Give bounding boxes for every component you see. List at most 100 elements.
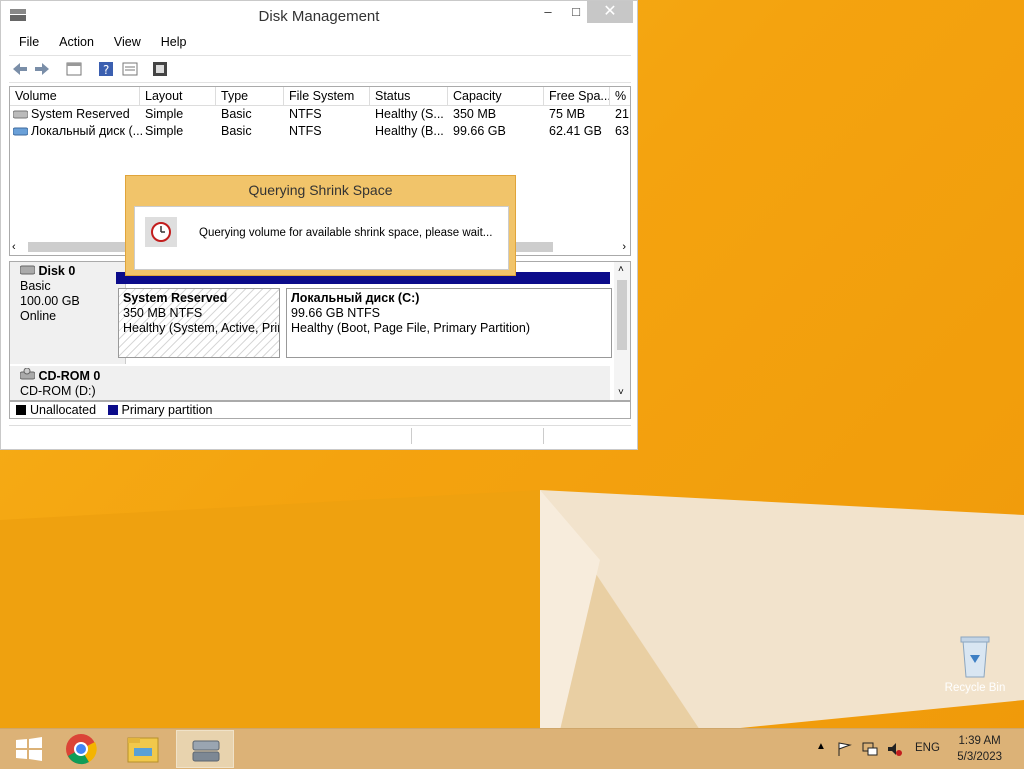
clock-time: 1:39 AM	[958, 735, 1001, 747]
clock-icon	[145, 217, 177, 247]
partition-status: Healthy (Boot, Page File, Primary Partit…	[291, 321, 530, 335]
cell-percent-free: 21	[615, 107, 629, 121]
cell-free-space: 62.41 GB	[549, 124, 602, 138]
cell-capacity: 99.66 GB	[453, 124, 506, 138]
menu-file[interactable]: File	[9, 32, 49, 54]
cell-file-system: NTFS	[289, 107, 322, 121]
menu-bar: File Action View Help	[9, 32, 197, 54]
column-capacity[interactable]: Capacity	[448, 87, 544, 105]
forward-arrow-icon[interactable]	[33, 60, 51, 78]
cell-status: Healthy (B...	[375, 124, 444, 138]
dialog-title: Querying Shrink Space	[248, 182, 393, 198]
cell-type: Basic	[221, 107, 252, 121]
scroll-down-icon[interactable]: ˅	[618, 387, 624, 398]
taskbar: ▲ ENG 1:39 AM 5/3/2023	[0, 728, 1024, 769]
disk-0-size: 100.00 GB	[20, 294, 80, 308]
cd-drive-icon	[19, 367, 36, 380]
action-center-flag-icon[interactable]	[836, 741, 852, 757]
status-bar	[9, 425, 631, 446]
scroll-up-icon[interactable]: ˄	[618, 264, 624, 275]
volume-row[interactable]: Локальный диск (... Simple Basic NTFS He…	[10, 123, 630, 140]
legend-primary-label: Primary partition	[121, 403, 213, 417]
title-bar[interactable]: Disk Management – □ ✕	[1, 1, 637, 31]
dialog-body: Querying volume for available shrink spa…	[134, 206, 509, 270]
network-icon[interactable]	[862, 741, 878, 757]
cell-type: Basic	[221, 124, 252, 138]
column-percent-free[interactable]: % F	[610, 87, 630, 105]
start-icon[interactable]	[0, 730, 58, 768]
column-free-space[interactable]: Free Spa...	[544, 87, 610, 105]
recycle-bin-label: Recycle Bin	[944, 682, 1006, 694]
cell-capacity: 350 MB	[453, 107, 497, 121]
cd-rom-0-name: CD-ROM 0	[19, 367, 125, 384]
partition-system-reserved[interactable]: System Reserved 350 MB NTFS Healthy (Sys…	[118, 288, 280, 358]
clock[interactable]: 1:39 AM 5/3/2023	[957, 733, 1002, 765]
clock-date: 5/3/2023	[957, 751, 1002, 763]
legend-unallocated-swatch	[16, 405, 26, 415]
help-icon[interactable]: ?	[97, 60, 115, 78]
volume-muted-icon[interactable]	[886, 741, 902, 757]
language-indicator[interactable]: ENG	[915, 742, 940, 754]
cell-layout: Simple	[145, 107, 184, 121]
disk-0-name: Disk 0	[19, 264, 125, 279]
disk-0-type: Basic	[20, 279, 51, 293]
settings-icon[interactable]	[151, 60, 169, 78]
toolbar: ?	[9, 55, 631, 83]
properties-icon[interactable]	[121, 60, 139, 78]
cd-rom-0-type: CD-ROM (D:)	[20, 384, 96, 398]
partition-name: System Reserved	[123, 291, 228, 305]
disk-0-state: Online	[20, 309, 57, 323]
disk-0-title: Disk 0	[38, 264, 76, 278]
status-divider	[543, 428, 544, 444]
column-status[interactable]: Status	[370, 87, 448, 105]
disk-graphical-view: Disk 0 Basic 100.00 GB Online System Res…	[9, 261, 631, 401]
column-type[interactable]: Type	[216, 87, 284, 105]
scroll-right-icon[interactable]: ›	[622, 241, 626, 253]
cell-status: Healthy (S...	[375, 107, 444, 121]
scroll-thumb[interactable]	[617, 280, 627, 350]
cell-percent-free: 63	[615, 124, 629, 138]
status-divider	[411, 428, 412, 444]
back-arrow-icon[interactable]	[11, 60, 29, 78]
cell-file-system: NTFS	[289, 124, 322, 138]
partition-local-disk-c[interactable]: Локальный диск (C:) 99.66 GB NTFS Health…	[286, 288, 612, 358]
show-hide-console-icon[interactable]	[65, 60, 83, 78]
chrome-icon[interactable]	[52, 730, 110, 768]
cd-rom-0-label[interactable]: CD-ROM 0 CD-ROM (D:)	[10, 366, 126, 400]
show-hidden-icons-icon[interactable]: ▲	[816, 741, 826, 752]
vertical-scrollbar[interactable]: ˄ ˅	[614, 262, 630, 400]
dialog-message: Querying volume for available shrink spa…	[199, 227, 493, 239]
disk-icon	[19, 265, 36, 275]
column-file-system[interactable]: File System	[284, 87, 370, 105]
menu-help[interactable]: Help	[151, 32, 197, 54]
cd-rom-area	[116, 366, 610, 400]
recycle-bin-icon	[960, 636, 990, 678]
cell-volume: System Reserved	[31, 107, 130, 121]
legend-unallocated-label: Unallocated	[30, 403, 97, 417]
legend-primary-swatch	[107, 405, 118, 415]
column-volume[interactable]: Volume	[10, 87, 140, 105]
disk-management-taskbar-button[interactable]	[176, 730, 234, 768]
scroll-left-icon[interactable]: ‹	[12, 241, 16, 253]
legend: Unallocated Primary partition	[9, 401, 631, 419]
recycle-bin[interactable]: Recycle Bin	[942, 633, 1008, 694]
partition-name: Локальный диск (C:)	[291, 291, 420, 305]
cd-rom-0-title: CD-ROM 0	[38, 369, 101, 383]
cell-volume: Локальный диск (...	[31, 124, 144, 138]
menu-action[interactable]: Action	[49, 32, 104, 54]
close-button[interactable]: ✕	[587, 1, 633, 23]
cell-layout: Simple	[145, 124, 184, 138]
disk-0-label[interactable]: Disk 0 Basic 100.00 GB Online	[10, 262, 126, 364]
volume-row[interactable]: System Reserved Simple Basic NTFS Health…	[10, 106, 630, 123]
partition-size: 99.66 GB NTFS	[291, 306, 380, 320]
file-explorer-icon[interactable]	[114, 730, 172, 768]
cell-free-space: 75 MB	[549, 107, 586, 121]
partition-status: Healthy (System, Active, Prin	[123, 321, 280, 335]
column-layout[interactable]: Layout	[140, 87, 216, 105]
minimize-button[interactable]: –	[533, 1, 563, 23]
volume-list-header: Volume Layout Type File System Status Ca…	[10, 87, 630, 106]
menu-view[interactable]: View	[104, 32, 151, 54]
partition-size: 350 MB NTFS	[123, 306, 203, 320]
disk-management-icon	[192, 740, 220, 762]
svg-text:?: ?	[103, 63, 109, 77]
